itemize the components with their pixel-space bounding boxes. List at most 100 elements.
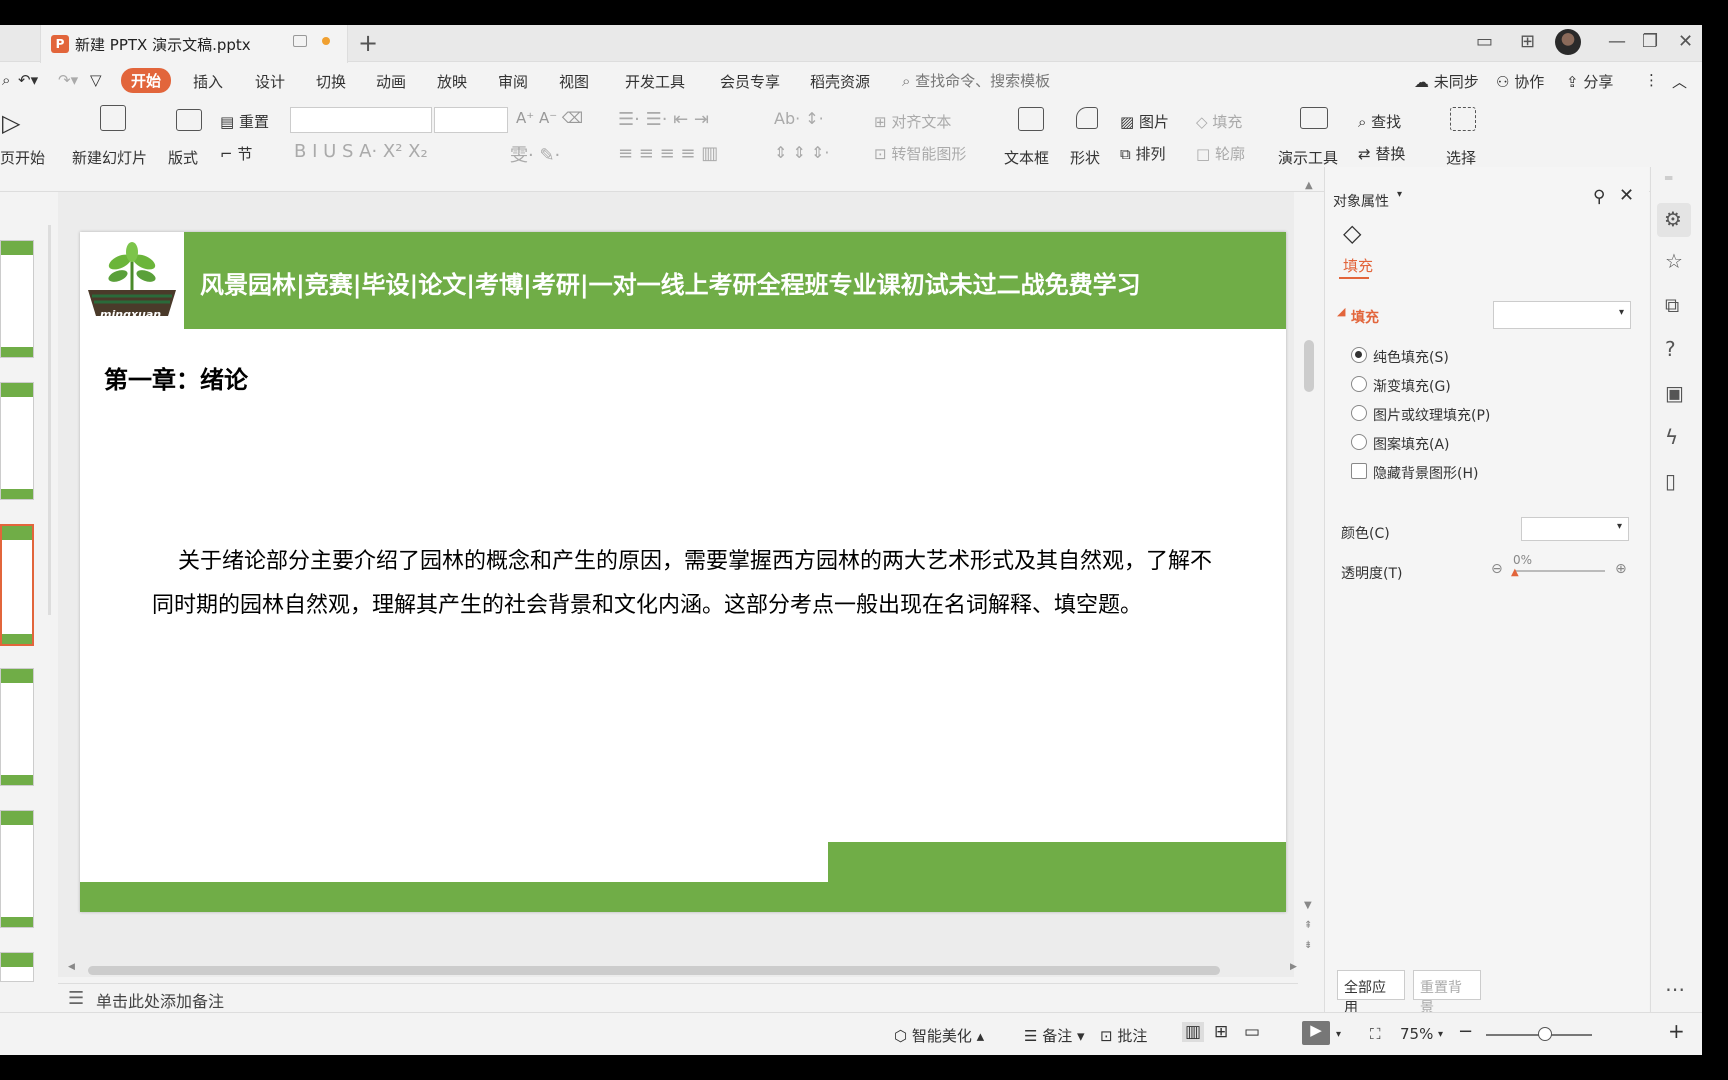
more-icon[interactable]: ⋮ (1644, 71, 1659, 89)
play-icon[interactable]: ▷ (2, 109, 20, 137)
scroll-up-icon[interactable]: ▲ (1305, 180, 1313, 191)
menu-tab-slideshow[interactable]: 放映 (437, 71, 467, 92)
command-search[interactable]: ⌕ 查找命令、搜索模板 (902, 70, 1050, 91)
page-nav-icons[interactable]: ▼ ⇞ ⇟ (1304, 896, 1312, 956)
arrange-button[interactable]: ⧉ 排列 (1120, 143, 1166, 164)
fill-button[interactable]: ◇ 填充 (1196, 111, 1242, 132)
panel-title[interactable]: 对象属性 (1333, 191, 1389, 211)
grid-apps-icon[interactable]: ⊞ (1520, 31, 1535, 52)
picture-fill-radio[interactable] (1351, 405, 1367, 421)
slide-thumbnail-selected[interactable] (0, 524, 34, 646)
solid-fill-label[interactable]: 纯色填充(S) (1373, 347, 1449, 367)
redo-icon[interactable]: ↷▾ (58, 71, 78, 89)
increase-transparency-icon[interactable]: ⊕ (1615, 561, 1627, 577)
zoom-in-icon[interactable]: + (1668, 1019, 1685, 1043)
fill-type-dropdown[interactable]: ▾ (1493, 301, 1631, 329)
hide-bg-checkbox[interactable] (1351, 463, 1367, 479)
horizontal-scrollbar[interactable]: ◀ ▶ (68, 962, 1298, 976)
picture-fill-label[interactable]: 图片或纹理填充(P) (1373, 405, 1490, 425)
outline-button[interactable]: □ 轮廓 (1196, 143, 1245, 164)
transparency-slider-knob[interactable]: ▲ (1511, 567, 1519, 578)
sorter-view-icon[interactable]: ⊞ (1214, 1022, 1228, 1042)
reading-view-icon[interactable]: ▭ (1244, 1022, 1260, 1042)
zoom-out-icon[interactable]: − (1458, 1021, 1473, 1042)
undo-icon[interactable]: ↶▾ (18, 71, 38, 89)
reading-mode-icon[interactable]: ▭ (1476, 31, 1493, 52)
panel-title-dropdown-icon[interactable]: ▾ (1397, 189, 1402, 200)
document-tab[interactable]: P 新建 PPTX 演示文稿.pptx (40, 25, 348, 63)
from-start-button[interactable]: 页开始 (0, 147, 45, 168)
hide-bg-label[interactable]: 隐藏背景图形(H) (1373, 463, 1478, 483)
fill-bucket-icon[interactable]: ◇ (1343, 219, 1361, 247)
vertical-scrollbar[interactable]: ▲ ▼ ⇞ ⇟ (1302, 180, 1316, 960)
collapse-ribbon-icon[interactable]: ︿ (1672, 71, 1687, 92)
new-tab-button[interactable]: + (358, 29, 378, 57)
notes-area[interactable]: ☰ 单击此处添加备注 (58, 983, 1298, 1013)
horizontal-scroll-thumb[interactable] (88, 966, 1220, 975)
textbox-button[interactable]: 文本框 (1004, 147, 1049, 168)
zoom-level[interactable]: 75% (1400, 1025, 1433, 1043)
monitor-icon[interactable] (293, 35, 307, 47)
comment-button[interactable]: ⊡ 批注 (1100, 1025, 1147, 1046)
search-small-icon[interactable]: ⌕ (2, 71, 10, 89)
transparency-slider[interactable] (1515, 570, 1605, 572)
decrease-transparency-icon[interactable]: ⊖ (1491, 561, 1503, 577)
slide[interactable]: mingxuan 风景园林|竞赛|毕设|论文|考博|考研|一对一线上考研全程班专… (80, 232, 1286, 912)
list-and-indent-icons[interactable]: ☰· ☰· ⇤ ⇥ (618, 109, 709, 130)
present-tools-button[interactable]: 演示工具 (1278, 147, 1338, 168)
smartart-button[interactable]: ⊡ 转智能图形 (874, 143, 966, 164)
scroll-left-icon[interactable]: ◀ (68, 962, 75, 972)
beautify-button[interactable]: ⬡ 智能美化 ▴ (894, 1025, 984, 1046)
menu-tab-review[interactable]: 审阅 (498, 71, 528, 92)
menu-tab-home[interactable]: 开始 (121, 68, 172, 93)
more-dots-icon[interactable]: ⋯ (1665, 977, 1685, 1001)
tab-fill[interactable]: 填充 (1343, 255, 1373, 276)
menu-tab-insert[interactable]: 插入 (193, 71, 223, 92)
help-icon[interactable]: ? (1665, 337, 1676, 361)
color-picker-dropdown[interactable]: ▾ (1521, 517, 1629, 541)
font-size-controls-icon[interactable]: A⁺ A⁻ ⌫ (516, 109, 583, 127)
slide-thumbnail[interactable] (0, 952, 34, 982)
new-slide-button[interactable]: 新建幻灯片 (72, 147, 147, 168)
share-button[interactable]: ⇪ 分享 (1566, 71, 1613, 92)
menu-tab-developer[interactable]: 开发工具 (625, 71, 685, 92)
layout-button[interactable]: 版式 (168, 147, 198, 168)
paragraph-align-icons[interactable]: ≡ ≡ ≡ ≡ ▥ (618, 143, 718, 164)
slide-thumbnail[interactable] (0, 240, 34, 358)
slide-thumbnail[interactable] (0, 382, 34, 500)
reset-background-button[interactable]: 重置背景 (1413, 970, 1481, 1016)
minimize-icon[interactable]: — (1608, 31, 1626, 52)
pattern-fill-radio[interactable] (1351, 434, 1367, 450)
zoom-slider-knob[interactable] (1538, 1027, 1552, 1041)
font-size-select[interactable] (434, 107, 508, 133)
text-format-icons[interactable]: B I U S A· X² X₂ (294, 141, 428, 162)
font-family-select[interactable] (290, 107, 432, 133)
menu-tab-design[interactable]: 设计 (255, 71, 285, 92)
collab-button[interactable]: ⚇ 协作 (1496, 71, 1544, 92)
text-direction-icons[interactable]: Ab· ↕· (774, 109, 824, 128)
properties-sliders-icon[interactable]: ⚙ (1657, 203, 1691, 237)
replace-button[interactable]: ⇄ 替换 (1358, 143, 1405, 164)
gradient-fill-label[interactable]: 渐变填充(G) (1373, 376, 1451, 396)
pattern-fill-label[interactable]: 图案填充(A) (1373, 434, 1450, 454)
picture-button[interactable]: ▨ 图片 (1120, 111, 1169, 132)
menu-tab-transition[interactable]: 切换 (316, 71, 346, 92)
play-slideshow-icon[interactable]: ▶ (1302, 1021, 1330, 1045)
fit-window-icon[interactable]: ⛶ (1370, 1025, 1381, 1043)
notes-toggle-button[interactable]: ☰ 备注 ▾ (1024, 1025, 1085, 1046)
slide-thumbnail[interactable] (0, 668, 34, 786)
library-icon[interactable]: ▯ (1665, 469, 1676, 493)
close-icon[interactable]: ✕ (1678, 31, 1693, 52)
align-text-button[interactable]: ⊞ 对齐文本 (874, 111, 951, 132)
slide-header-title[interactable]: 风景园林|竞赛|毕设|论文|考博|考研|一对一线上考研全程班专业课初试未过二战免… (200, 265, 1141, 300)
normal-view-icon[interactable]: ▥ (1182, 1022, 1205, 1042)
menu-tab-docer[interactable]: 稻壳资源 (810, 71, 870, 92)
section-button[interactable]: ⌐ 节 (220, 143, 252, 164)
fill-section-title[interactable]: 填充 (1351, 307, 1379, 327)
menu-tab-member[interactable]: 会员专享 (720, 71, 780, 92)
scroll-right-icon[interactable]: ▶ (1290, 962, 1297, 972)
solid-fill-radio[interactable] (1351, 347, 1367, 363)
restore-icon[interactable]: ❐ (1642, 31, 1658, 52)
shape-button[interactable]: 形状 (1070, 147, 1100, 168)
image-tools-icon[interactable]: ▣ (1665, 381, 1684, 405)
